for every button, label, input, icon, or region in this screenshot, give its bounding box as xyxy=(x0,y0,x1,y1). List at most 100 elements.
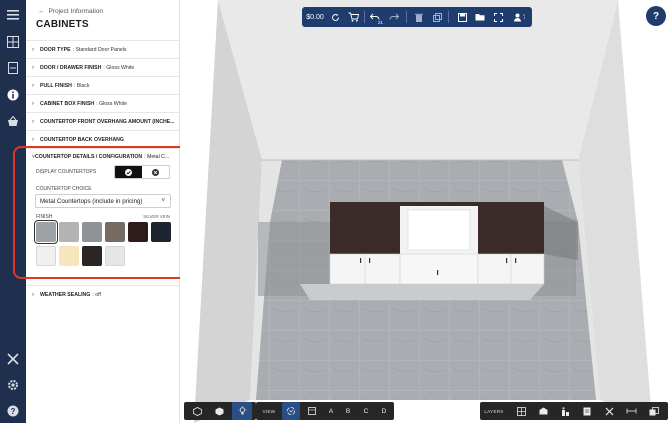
document-layer-icon[interactable] xyxy=(578,402,596,420)
layers-stack-icon[interactable] xyxy=(644,402,664,420)
price-display: $0.00 xyxy=(306,13,324,21)
view-toolbar: VIEW A B C D xyxy=(256,402,394,420)
countertop-choice-select[interactable]: Metal Countertops (include in pricing) ˅ xyxy=(35,194,171,208)
countertop-details-body: DISPLAY COUNTERTOPS COUNTERTOP CHOICE Me… xyxy=(26,165,180,285)
lightbulb-icon[interactable] xyxy=(232,402,252,420)
layers-toolbar: LAYERS xyxy=(480,402,668,420)
option-row-cabinet-box-finish[interactable]: › CABINET BOX FINISH : Gloss White xyxy=(26,94,180,112)
refresh-icon[interactable] xyxy=(328,7,342,27)
option-value: : Standard Door Panels xyxy=(72,46,127,53)
redo-icon[interactable] xyxy=(386,7,402,27)
option-label: PULL FINISH xyxy=(40,82,72,89)
option-list: › DOOR TYPE : Standard Door Panels › DOO… xyxy=(26,40,180,303)
appliance-layer-icon[interactable] xyxy=(556,402,574,420)
fullscreen-icon[interactable] xyxy=(490,7,506,27)
back-link[interactable]: ← Project Information xyxy=(38,8,103,15)
finish-swatch[interactable] xyxy=(105,246,125,266)
close-icon xyxy=(152,168,159,176)
grid-layer-icon[interactable] xyxy=(512,402,530,420)
option-label: COUNTERTOP BACK OVERHANG xyxy=(40,136,124,143)
cube-solid-icon[interactable] xyxy=(210,402,228,420)
cube-outline-icon[interactable] xyxy=(188,402,206,420)
page-icon[interactable] xyxy=(5,60,21,76)
folder-icon[interactable] xyxy=(472,7,488,27)
toggle-off-button[interactable] xyxy=(142,166,169,178)
view-c-button[interactable]: C xyxy=(359,402,373,420)
help-icon[interactable]: ? xyxy=(5,403,21,419)
room-3d-viewport[interactable] xyxy=(180,0,670,423)
finish-swatch[interactable] xyxy=(105,222,125,242)
settings-icon[interactable] xyxy=(5,377,21,393)
option-row-door-type[interactable]: › DOOR TYPE : Standard Door Panels xyxy=(26,40,180,58)
toggle-on-button[interactable] xyxy=(115,166,142,178)
view-b-button[interactable]: B xyxy=(341,402,355,420)
chevron-right-icon: › xyxy=(32,118,34,125)
nav-rail: ? xyxy=(0,0,26,423)
menu-icon[interactable] xyxy=(5,7,21,23)
chevron-down-icon: ˅ xyxy=(161,198,165,204)
view-a-button[interactable]: A xyxy=(324,402,338,420)
view-label: VIEW xyxy=(262,408,276,414)
svg-text:?: ? xyxy=(523,15,525,21)
info-icon[interactable] xyxy=(5,87,21,103)
chevron-right-icon: › xyxy=(32,64,34,71)
measure-icon[interactable] xyxy=(622,402,640,420)
option-label: COUNTERTOP DETAILS / CONFIGURATION xyxy=(35,154,143,160)
chevron-right-icon: › xyxy=(32,136,34,143)
option-row-door-drawer-finish[interactable]: › DOOR / DRAWER FINISH : Gloss White xyxy=(26,58,180,76)
panel-title: CABINETS xyxy=(36,19,89,30)
option-value: : off xyxy=(92,291,101,298)
undo-count: 21 xyxy=(378,20,384,25)
app-window: ? ← Project Information CABINETS › DOOR … xyxy=(0,0,670,423)
option-row-weather-sealing[interactable]: › WEATHER SEALING : off xyxy=(26,285,180,303)
add-to-cart-icon[interactable] xyxy=(344,7,362,27)
room-render xyxy=(194,0,652,423)
floorplan-view-icon[interactable] xyxy=(304,402,320,420)
help-button[interactable]: ? xyxy=(646,6,666,26)
finish-swatch[interactable] xyxy=(59,222,79,242)
tools-layer-icon[interactable] xyxy=(600,402,618,420)
option-row-back-overhang[interactable]: › COUNTERTOP BACK OVERHANG xyxy=(26,130,180,148)
finish-swatch[interactable] xyxy=(36,246,56,266)
finish-swatch[interactable] xyxy=(82,246,102,266)
option-label: DOOR / DRAWER FINISH xyxy=(40,64,102,71)
option-label: COUNTERTOP FRONT OVERHANG AMOUNT (INCHE.… xyxy=(40,118,175,125)
finish-swatch[interactable] xyxy=(82,222,102,242)
option-row-front-overhang[interactable]: › COUNTERTOP FRONT OVERHANG AMOUNT (INCH… xyxy=(26,112,180,130)
finish-swatch[interactable] xyxy=(151,222,171,242)
delete-icon[interactable] xyxy=(412,7,426,27)
option-row-pull-finish[interactable]: › PULL FINISH : Black xyxy=(26,76,180,94)
option-row-countertop-details[interactable]: ˅ COUNTERTOP DETAILS / CONFIGURATION : M… xyxy=(26,148,180,165)
tools-icon[interactable] xyxy=(5,351,21,367)
back-link-label: Project Information xyxy=(48,8,104,15)
options-panel: ← Project Information CABINETS › DOOR TY… xyxy=(26,0,180,423)
option-value: : Gloss White xyxy=(103,64,135,71)
finish-swatch[interactable] xyxy=(59,246,79,266)
finish-swatch[interactable] xyxy=(34,220,58,244)
rotate-view-icon[interactable] xyxy=(282,402,300,420)
save-icon[interactable] xyxy=(454,7,470,27)
display-countertops-toggle[interactable] xyxy=(114,165,170,179)
option-label: WEATHER SEALING xyxy=(40,291,91,298)
option-value: : Black xyxy=(73,82,90,89)
copy-icon[interactable] xyxy=(430,7,444,27)
camera-toolbar xyxy=(184,402,256,420)
back-arrow-icon: ← xyxy=(38,8,45,15)
user-help-icon[interactable]: ? xyxy=(510,7,528,27)
option-label: DOOR TYPE xyxy=(40,46,71,53)
option-value: : Metal C... xyxy=(144,154,170,160)
cabinet-layer-icon[interactable] xyxy=(534,402,552,420)
finish-selected-name: SILVER VEIN xyxy=(143,214,170,219)
chevron-right-icon: › xyxy=(32,82,34,89)
finish-swatch[interactable] xyxy=(128,222,148,242)
chevron-right-icon: › xyxy=(32,291,34,298)
basket-icon[interactable] xyxy=(5,113,21,129)
option-value: : Gloss White xyxy=(96,100,128,107)
countertop-choice-value: Metal Countertops (include in pricing) xyxy=(40,197,143,205)
display-countertops-label: DISPLAY COUNTERTOPS xyxy=(36,169,97,175)
chevron-right-icon: › xyxy=(32,46,34,53)
view-d-button[interactable]: D xyxy=(377,402,391,420)
svg-text:?: ? xyxy=(11,407,16,416)
layout-icon[interactable] xyxy=(5,34,21,50)
top-toolbar: $0.00 21 ? xyxy=(302,7,532,27)
